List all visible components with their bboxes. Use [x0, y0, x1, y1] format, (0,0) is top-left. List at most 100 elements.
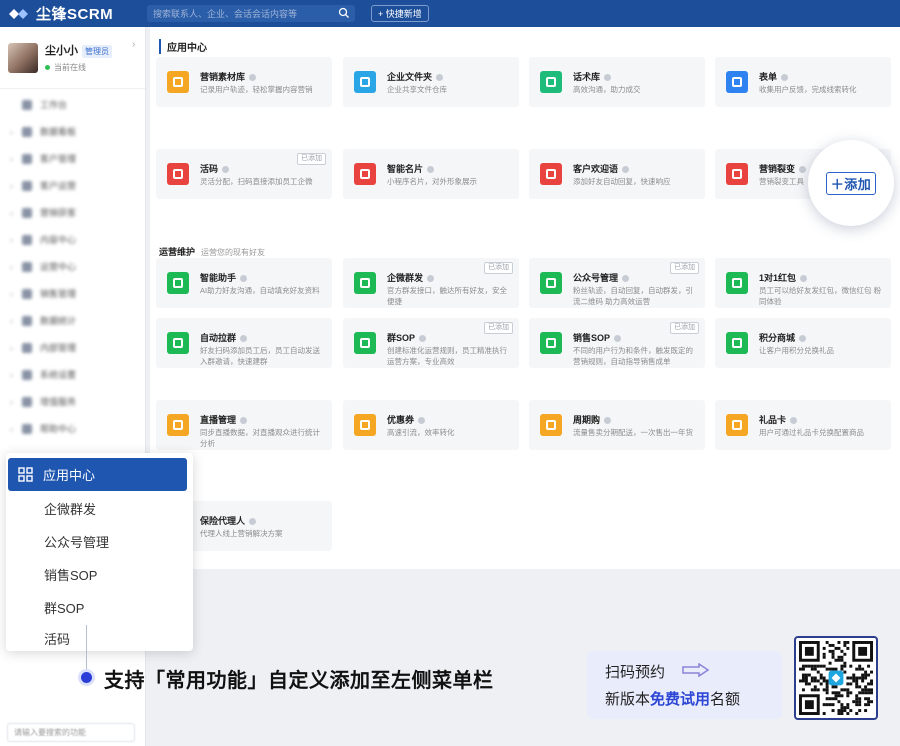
info-icon[interactable]: [240, 335, 248, 343]
app-icon: [726, 71, 748, 93]
info-icon[interactable]: [622, 275, 630, 283]
qr-code-icon: [799, 641, 873, 715]
sidebar-item[interactable]: › 客户运营: [0, 172, 145, 199]
info-icon[interactable]: [419, 335, 427, 343]
app-card[interactable]: 优惠券 高速引流，效率转化: [343, 400, 519, 450]
sidebar-item[interactable]: › 客户管理: [0, 145, 145, 172]
info-icon[interactable]: [622, 166, 630, 174]
info-icon[interactable]: [249, 74, 257, 82]
search-placeholder: 搜索联系人、企业、会话会话内容等: [153, 9, 298, 19]
app-card[interactable]: 智能名片 小程序名片，对外形象展示: [343, 149, 519, 199]
global-search-input[interactable]: 搜索联系人、企业、会话会话内容等: [147, 5, 355, 22]
user-profile[interactable]: 尘小小 管理员 当前在线 ›: [0, 27, 145, 89]
nav-icon: [22, 126, 32, 137]
app-card[interactable]: 表单 收集用户反馈，完成线索转化: [715, 57, 891, 107]
sidebar-item[interactable]: › 帮助中心: [0, 415, 145, 442]
sidebar-item-label: 帮助中心: [40, 424, 77, 434]
added-badge: 已添加: [484, 322, 513, 334]
sidebar-item[interactable]: › 数据看板: [0, 118, 145, 145]
card-title: 活码: [200, 164, 219, 174]
info-icon[interactable]: [418, 417, 426, 425]
sidebar-item[interactable]: › 系统设置: [0, 361, 145, 388]
app-card[interactable]: 群SOP 创建标准化运营规则，员工精准执行运营方案，专业高效 已添加: [343, 318, 519, 368]
app-icon: [167, 332, 189, 354]
info-icon[interactable]: [799, 335, 807, 343]
app-card[interactable]: 话术库 高效沟通，助力成交: [529, 57, 705, 107]
sidebar-item[interactable]: › 内部管理: [0, 334, 145, 361]
avatar[interactable]: [8, 42, 38, 73]
menu-item-app-center[interactable]: 应用中心: [8, 458, 187, 491]
info-icon[interactable]: [427, 275, 435, 283]
info-icon[interactable]: [249, 518, 257, 526]
nav-icon: [22, 423, 32, 434]
section-title: 运营维护 运营您的现有好友: [159, 245, 265, 258]
quick-add-button[interactable]: + 快捷新增: [371, 5, 429, 22]
custom-menu-popup: 应用中心 企微群发 公众号管理 销售SOP 群SOP 活码: [6, 453, 193, 651]
promo-text-a: 新版本: [605, 691, 651, 708]
info-icon[interactable]: [222, 166, 230, 174]
card-title: 企微群发: [387, 273, 424, 283]
info-icon[interactable]: [790, 417, 798, 425]
qr-code[interactable]: [794, 636, 878, 720]
app-logo[interactable]: 尘锋SCRM: [8, 3, 113, 24]
chevron-right-icon: ›: [10, 396, 13, 407]
nav-icon: [22, 153, 32, 164]
app-card[interactable]: 1对1红包 员工可以给好友发红包，微信红包 粉同体验: [715, 258, 891, 308]
sidebar-item[interactable]: › 运营中心: [0, 253, 145, 280]
app-card[interactable]: 销售SOP 不同的用户行为和条件，触发既定的营销规则，自动指导销售成单 已添加: [529, 318, 705, 368]
search-icon[interactable]: [338, 7, 350, 19]
info-icon[interactable]: [436, 74, 444, 82]
main-content: 应用中心 通用工具通用工具，提高效率营销素材库记录用户轨迹，轻松掌握内容营销企业…: [146, 27, 900, 597]
info-icon[interactable]: [800, 275, 808, 283]
sidebar-item[interactable]: › 销售管理: [0, 280, 145, 307]
card-title-row: 企微群发: [387, 271, 435, 284]
card-title-row: 营销裂变: [759, 162, 807, 175]
sidebar-item[interactable]: › 营销获客: [0, 199, 145, 226]
app-card[interactable]: 智能助手 AI助力好友沟通，自动填充好友资料: [156, 258, 332, 308]
added-badge: 已添加: [484, 262, 513, 274]
info-icon[interactable]: [604, 417, 612, 425]
sidebar-item[interactable]: › 增值服务: [0, 388, 145, 415]
info-icon[interactable]: [799, 166, 807, 174]
info-icon[interactable]: [427, 166, 435, 174]
app-icon: [354, 332, 376, 354]
card-desc: 灵活分配，扫码直接添加员工企微: [200, 177, 313, 186]
menu-item-wecom-mass[interactable]: 企微群发: [44, 499, 96, 518]
app-card[interactable]: 自动拉群 好友扫码添加员工后，员工自动发送入群邀请，快速建群: [156, 318, 332, 368]
nav-icon: [22, 315, 32, 326]
sidebar-item[interactable]: › 数据统计: [0, 307, 145, 334]
card-desc: 高效沟通，助力成交: [573, 85, 641, 94]
info-icon[interactable]: [604, 74, 612, 82]
sidebar-item[interactable]: › 内容中心: [0, 226, 145, 253]
card-desc: 让客户用积分兑换礼品: [759, 346, 834, 355]
info-icon[interactable]: [240, 275, 248, 283]
card-title-row: 公众号管理: [573, 271, 630, 284]
function-search-input[interactable]: 请输入要搜索的功能: [7, 723, 135, 742]
menu-item-group-sop[interactable]: 群SOP: [44, 598, 84, 617]
app-card[interactable]: 积分商城 让客户用积分兑换礼品: [715, 318, 891, 368]
chevron-right-icon[interactable]: ›: [132, 39, 135, 50]
menu-item-official-account[interactable]: 公众号管理: [44, 532, 109, 551]
nav-icon: [22, 396, 32, 407]
app-card[interactable]: 周期购 流量售卖分期配送，一次售出一年货: [529, 400, 705, 450]
info-icon[interactable]: [614, 335, 622, 343]
app-card[interactable]: 活码 灵活分配，扫码直接添加员工企微 已添加: [156, 149, 332, 199]
info-icon[interactable]: [240, 417, 248, 425]
card-title: 营销素材库: [200, 72, 246, 82]
promo-highlight: 免费试用: [650, 691, 711, 708]
app-card[interactable]: 企微群发 官方群发接口，触达所有好友，安全便捷 已添加: [343, 258, 519, 308]
app-card[interactable]: 营销素材库 记录用户轨迹，轻松掌握内容营销: [156, 57, 332, 107]
card-desc: 收集用户反馈，完成线索转化: [759, 85, 857, 94]
menu-item-live-code[interactable]: 活码: [44, 629, 70, 648]
info-icon[interactable]: [781, 74, 789, 82]
app-card[interactable]: 礼品卡 用户可通过礼品卡兑换配置商品: [715, 400, 891, 450]
card-title: 直播管理: [200, 415, 237, 425]
sidebar-item[interactable]: 工作台: [0, 91, 145, 118]
app-card[interactable]: 企业文件夹 企业共享文件仓库: [343, 57, 519, 107]
app-card[interactable]: 客户欢迎语 添加好友自动回复，快速响应: [529, 149, 705, 199]
add-button[interactable]: ＋添加: [825, 171, 877, 195]
card-title: 自动拉群: [200, 333, 237, 343]
app-card[interactable]: 公众号管理 粉丝轨迹，自动回复，自动群发，引流二维码 助力高效运营 已添加: [529, 258, 705, 308]
app-card[interactable]: 直播管理 同步直播数据，对直播观众进行统计分析: [156, 400, 332, 450]
menu-item-sales-sop[interactable]: 销售SOP: [44, 565, 97, 584]
